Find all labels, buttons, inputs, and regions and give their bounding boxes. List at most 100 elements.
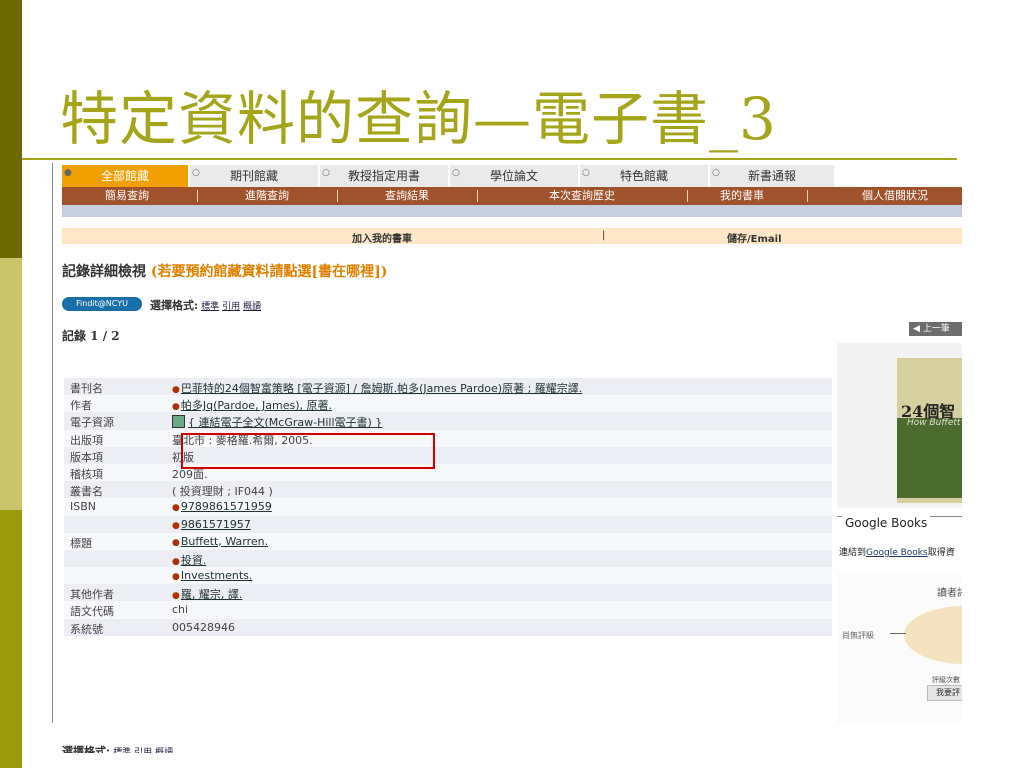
table-row: 系統號 005428946 — [64, 618, 832, 636]
nav-search-history[interactable]: 本次查詢歷史 — [482, 187, 682, 205]
author-link[interactable]: 帕多Jq(Pardoe, James), 原著. — [181, 399, 332, 412]
tab-dot-icon: ○ — [452, 168, 460, 178]
pie-callout-line — [890, 633, 906, 634]
gb-prefix: 連結到 — [839, 548, 867, 558]
record-heading: 記錄詳細檢視 (若要預約館藏資料請點選[書在哪裡]) — [62, 261, 387, 281]
format-label: 選擇格式: — [62, 745, 111, 753]
tab-dot-icon: ○ — [322, 168, 330, 178]
nav-my-account[interactable]: 個人借閱狀況 — [862, 187, 962, 205]
ebook-icon[interactable] — [172, 415, 185, 429]
isbn-link[interactable]: 9861571957 — [181, 518, 251, 531]
add-to-cart-link[interactable]: 加入我的書車 — [352, 230, 412, 245]
record-heading-text: 記錄詳細檢視 — [62, 264, 146, 280]
save-email-link[interactable]: 儲存/Email — [727, 230, 782, 245]
table-row: ●9861571957 — [64, 515, 832, 533]
tab-all[interactable]: ● 全部館藏 — [62, 165, 188, 187]
no-rating-label: 尚無評級 — [842, 631, 874, 640]
field-label: 書刊名 — [70, 382, 103, 395]
prev-record-button[interactable]: ◀ 上一筆 — [909, 322, 962, 336]
table-row: 其他作者 ●羅, 耀宗, 譯. — [64, 584, 832, 602]
slide-sidebar-middle — [0, 258, 22, 510]
table-row: 作者 ●帕多Jq(Pardoe, James), 原著. — [64, 395, 832, 413]
prev-record-label: 上一筆 — [922, 324, 950, 334]
slide-sidebar-bottom — [0, 510, 22, 768]
field-label: 電子資源 — [70, 416, 114, 430]
tab-dot-icon: ○ — [582, 168, 590, 178]
isbn-link[interactable]: 9789861571959 — [181, 500, 272, 513]
rate-button[interactable]: 我要評 — [927, 685, 962, 701]
nav-search-results[interactable]: 查詢結果 — [342, 187, 472, 205]
field-label: ISBN — [70, 500, 97, 514]
nav-substrip — [62, 205, 962, 217]
format-standard-link[interactable]: 標準 — [113, 748, 131, 753]
tab-dot-icon: ● — [64, 168, 72, 178]
nav-divider — [807, 190, 808, 202]
nav-divider — [337, 190, 338, 202]
tab-theses[interactable]: ○ 學位論文 — [450, 165, 578, 187]
bullet-icon: ● — [172, 556, 180, 567]
rating-stats-link[interactable]: 評級次數 — [932, 675, 960, 685]
format-citation-link[interactable]: 引用 — [134, 748, 152, 753]
title-underline — [22, 158, 957, 160]
record-fields-table: 書刊名 ●巴菲特的24個智富策略 [電子資源] / 詹姆斯.帕多(James Pa… — [64, 378, 832, 636]
findit-button[interactable]: Findit@NCYU — [62, 297, 142, 311]
tab-label: 特色館藏 — [619, 169, 668, 183]
format-selector: 選擇格式: 標準 引用 概讀 — [150, 297, 261, 313]
bullet-icon: ● — [172, 537, 180, 548]
action-bar: 加入我的書車 | 儲存/Email — [62, 228, 962, 245]
tab-label: 全部館藏 — [100, 169, 149, 183]
bullet-icon: ● — [172, 385, 180, 395]
format-citation-link[interactable]: 引用 — [222, 302, 240, 312]
tab-dot-icon: ○ — [712, 168, 720, 178]
google-books-title: Google Books — [842, 516, 931, 530]
google-books-link[interactable]: Google Books — [866, 548, 928, 558]
field-label: 其他作者 — [70, 588, 114, 602]
subject-link[interactable]: Investments. — [181, 569, 253, 582]
field-label: 系統號 — [70, 622, 103, 636]
reserve-hint: (若要預約館藏資料請點選[書在哪裡]) — [150, 264, 388, 280]
table-row: 出版項 臺北市 : 麥格羅.希爾, 2005. — [64, 429, 832, 447]
ebook-fulltext-link[interactable]: { 連結電子全文(McGraw-Hill電子書) } — [188, 416, 382, 429]
bullet-icon: ● — [172, 591, 180, 602]
field-label: 標題 — [70, 536, 92, 550]
field-label: 版本項 — [70, 450, 103, 464]
tab-label: 期刊館藏 — [229, 169, 278, 183]
gb-suffix: 取得資 — [927, 548, 955, 558]
cover-english: How Buffett — [907, 418, 961, 428]
format-brief-link[interactable]: 概讀 — [155, 748, 173, 753]
table-row: ●投資. — [64, 549, 832, 568]
field-value: ( 投資理財 ; IF044 ) — [172, 485, 273, 499]
tab-special-collections[interactable]: ○ 特色館藏 — [580, 165, 708, 187]
nav-advanced-search[interactable]: 進階查詢 — [202, 187, 332, 205]
title-link[interactable]: 巴菲特的24個智富策略 [電子資源] / 詹姆斯.帕多(James Pardoe… — [181, 382, 582, 395]
bullet-icon: ● — [172, 520, 180, 531]
field-value: 005428946 — [172, 620, 235, 634]
cover-band — [897, 418, 962, 498]
tab-journals[interactable]: ○ 期刊館藏 — [190, 165, 318, 187]
table-row: 稽核項 209面. — [64, 463, 832, 482]
format-brief-link[interactable]: 概讀 — [243, 302, 261, 312]
table-row: ISBN ●9789861571959 — [64, 498, 832, 516]
ratings-title: 讀者評 — [937, 588, 962, 599]
action-divider: | — [602, 230, 606, 241]
slide-sidebar-top — [0, 0, 22, 258]
table-row: 電子資源 { 連結電子全文(McGraw-Hill電子書) } — [64, 412, 832, 430]
other-author-link[interactable]: 羅, 耀宗, 譯. — [181, 588, 242, 601]
table-row: 書刊名 ●巴菲特的24個智富策略 [電子資源] / 詹姆斯.帕多(James Pa… — [64, 378, 832, 396]
book-cover-image[interactable]: 24個智 How Buffett — [897, 358, 962, 503]
subject-link[interactable]: 投資. — [181, 554, 207, 567]
bullet-icon: ● — [172, 402, 180, 413]
tab-course-reserves[interactable]: ○ 教授指定用書 — [320, 165, 448, 187]
nav-divider — [197, 190, 198, 202]
subject-link[interactable]: Buffett, Warren. — [181, 535, 268, 548]
nav-divider — [687, 190, 688, 202]
table-row: 叢書名 ( 投資理財 ; IF044 ) — [64, 481, 832, 499]
tab-new-books[interactable]: ○ 新書通報 — [710, 165, 834, 187]
catalog-screenshot: ● 全部館藏 ○ 期刊館藏 ○ 教授指定用書 ○ 學位論文 ○ 特色館藏 ○ 新書通報 簡易… — [52, 163, 962, 753]
nav-my-cart[interactable]: 我的書車 — [692, 187, 792, 205]
nav-divider — [477, 190, 478, 202]
tab-label: 學位論文 — [489, 169, 538, 183]
format-standard-link[interactable]: 標準 — [201, 302, 219, 312]
chevron-left-icon: ◀ — [913, 324, 923, 334]
nav-basic-search[interactable]: 簡易查詢 — [62, 187, 192, 205]
